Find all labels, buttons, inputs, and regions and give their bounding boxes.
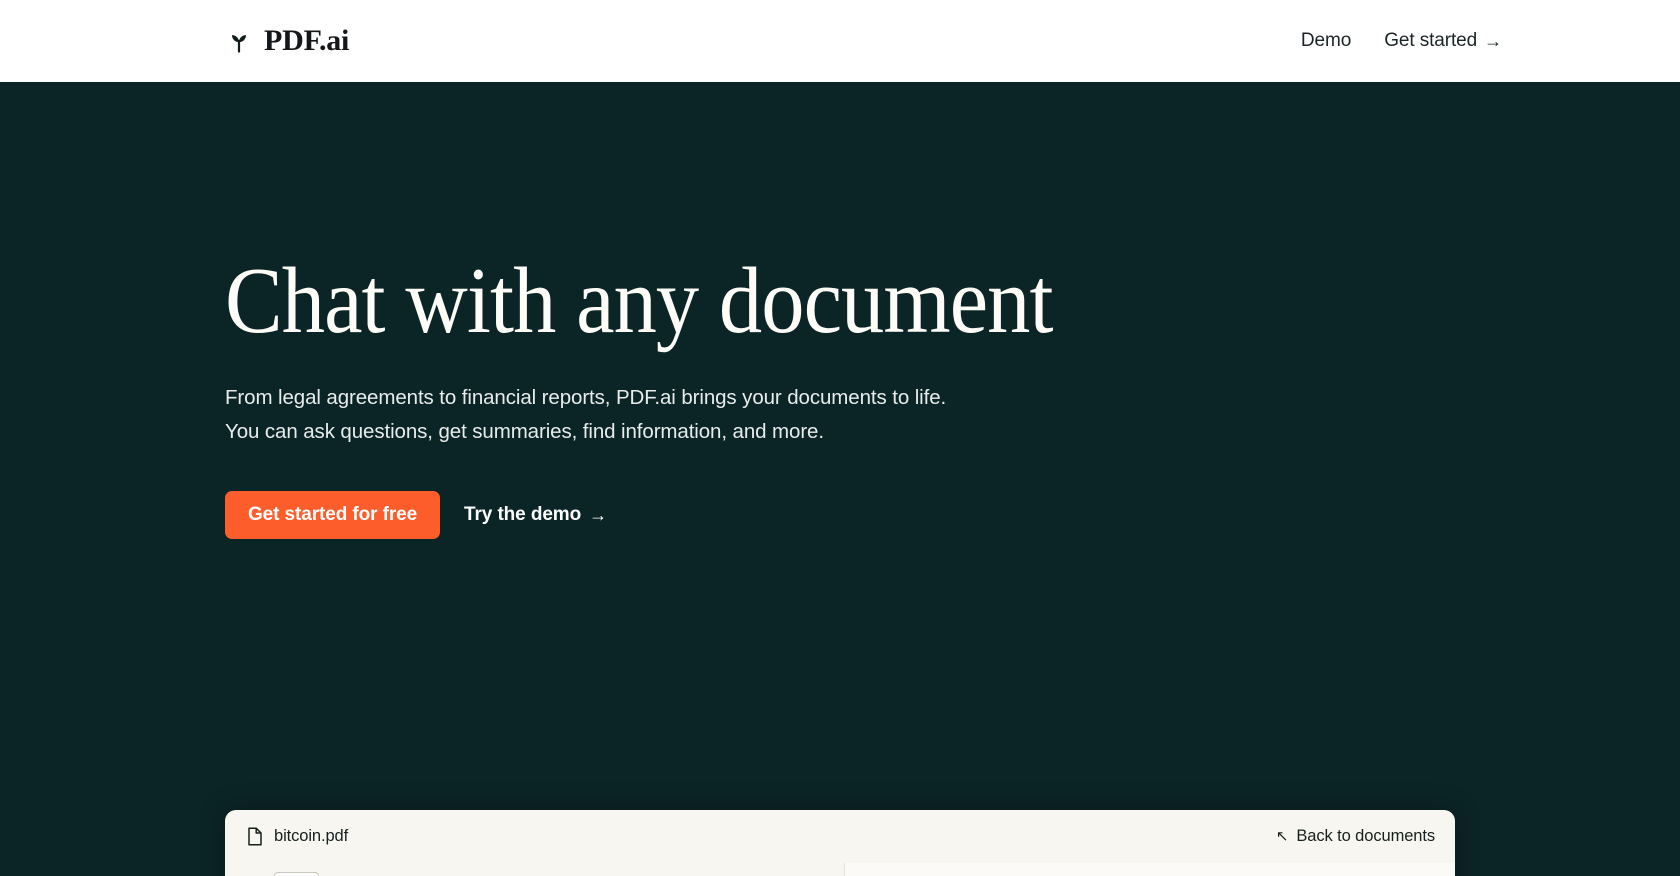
back-to-documents-label: Back to documents — [1296, 827, 1435, 846]
main-navigation: Demo Get started → — [1301, 30, 1502, 52]
hero-subtitle-line-2: You can ask questions, get summaries, fi… — [225, 420, 824, 443]
document-filename: bitcoin.pdf — [274, 827, 348, 846]
document-title: bitcoin.pdf — [247, 827, 348, 846]
zoom-out-icon[interactable] — [511, 871, 539, 876]
pdf-tools-group — [702, 871, 830, 876]
nav-get-started-label: Get started — [1384, 30, 1477, 52]
chat-message-user: Explain proof-of-work in simple terms. — [845, 863, 1455, 876]
chat-pane: Explain proof-of-work in simple terms. P… — [845, 863, 1455, 876]
page-title: Chat with any document — [225, 254, 1564, 348]
more-vertical-icon[interactable] — [798, 871, 826, 876]
zoom-controls-group: 106% ▾ — [511, 871, 629, 876]
app-preview-header: bitcoin.pdf ↖ Back to documents — [225, 810, 1455, 863]
site-header: PDF.ai Demo Get started → — [0, 0, 1680, 82]
brand-name: PDF.ai — [264, 26, 349, 56]
try-demo-label: Try the demo — [464, 504, 581, 526]
arrow-right-icon: → — [589, 506, 607, 524]
arrow-up-left-icon: ↖ — [1276, 829, 1288, 844]
nav-link-get-started[interactable]: Get started → — [1384, 30, 1502, 52]
get-started-for-free-button[interactable]: Get started for free — [225, 491, 440, 539]
page-number-input[interactable] — [274, 872, 319, 876]
arrow-right-icon: → — [1484, 32, 1502, 50]
back-to-documents-link[interactable]: ↖ Back to documents — [1276, 827, 1435, 846]
pdf-viewer-pane: / 9 — [225, 863, 845, 876]
app-preview-body: / 9 — [225, 863, 1455, 876]
try-the-demo-link[interactable]: Try the demo → — [464, 504, 607, 526]
app-preview-card: bitcoin.pdf ↖ Back to documents — [225, 810, 1455, 876]
zoom-in-icon[interactable] — [601, 871, 629, 876]
previous-page-button[interactable] — [239, 871, 267, 876]
next-page-button[interactable] — [355, 871, 383, 876]
pdf-toolbar: / 9 — [225, 863, 844, 876]
hero-content: Chat with any document From legal agreem… — [0, 82, 1680, 539]
pan-tool-icon[interactable] — [702, 871, 730, 876]
hero-actions: Get started for free Try the demo → — [225, 491, 1680, 539]
print-icon[interactable] — [750, 871, 778, 876]
page-navigation-group: / 9 — [239, 871, 383, 876]
hero-subtitle-line-1: From legal agreements to financial repor… — [225, 386, 946, 409]
hero-subtitle: From legal agreements to financial repor… — [225, 381, 1045, 449]
brand-logo[interactable]: PDF.ai — [225, 26, 349, 56]
sprout-icon — [225, 27, 253, 55]
file-icon — [247, 827, 263, 846]
hero-section: Chat with any document From legal agreem… — [0, 82, 1680, 876]
nav-link-demo[interactable]: Demo — [1301, 30, 1351, 52]
